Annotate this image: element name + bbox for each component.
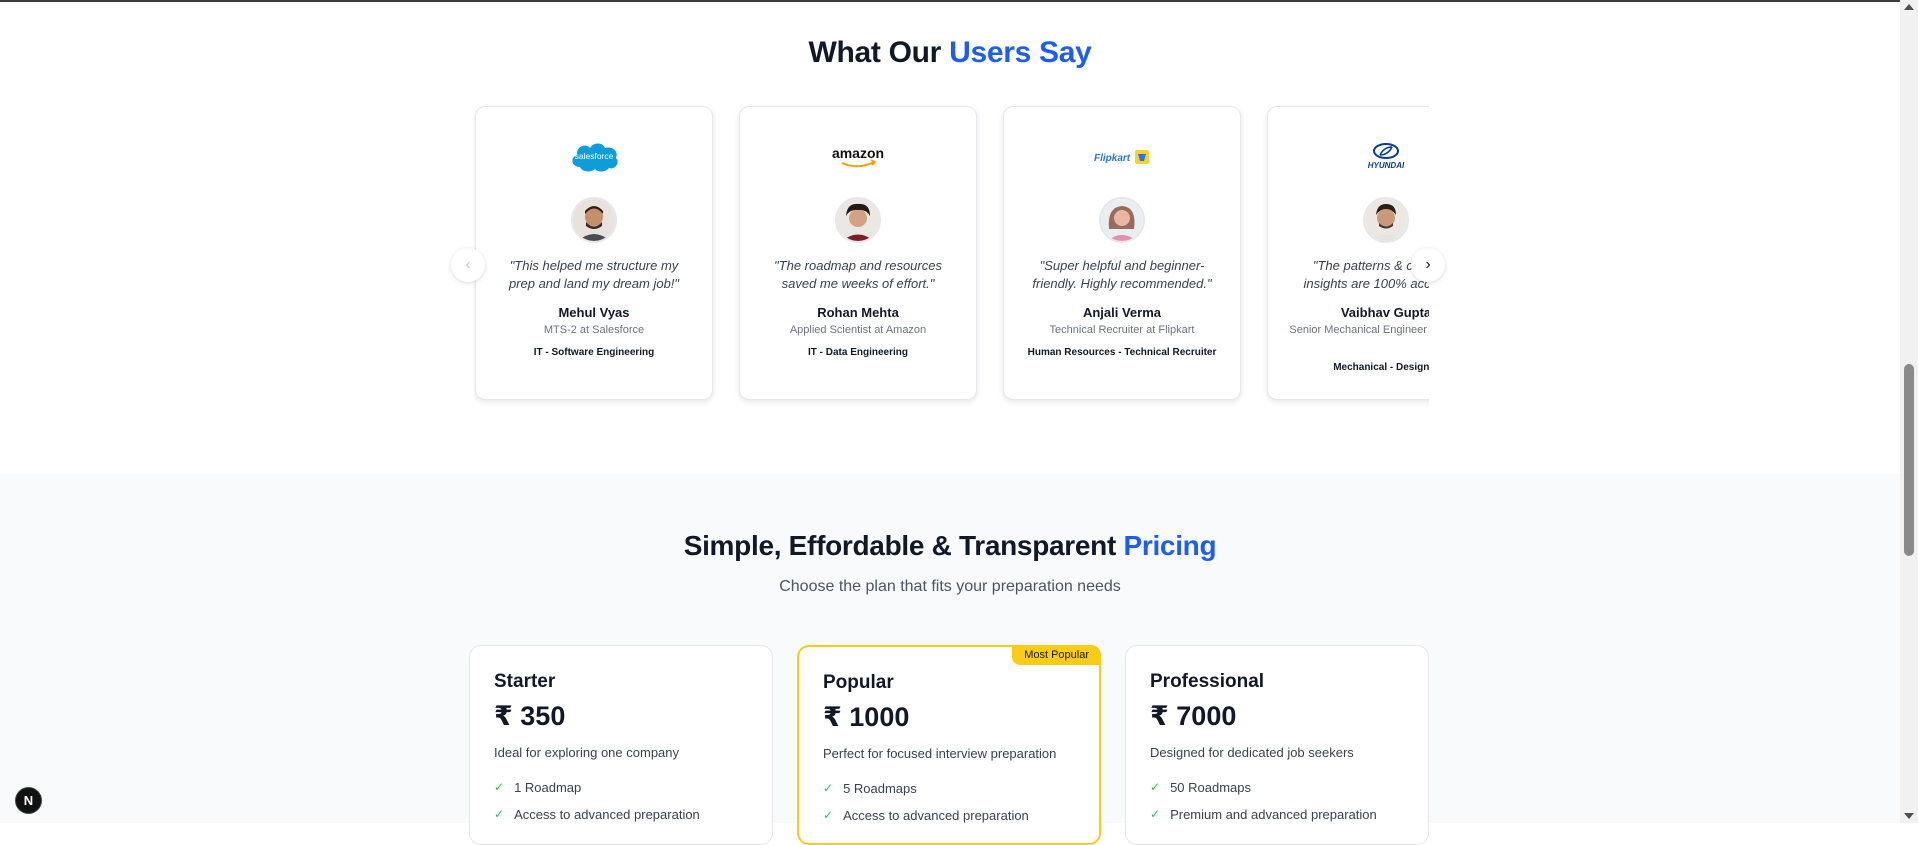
plan-features: ✓ 1 Roadmap ✓ Access to advanced preparati… [494,780,700,834]
user-avatar [835,197,881,243]
feature-item: ✓ 1 Roadmap [494,780,582,795]
check-icon: ✓ [823,808,834,822]
svg-text:Flipkart: Flipkart [1094,153,1131,164]
svg-text:amazon: amazon [832,145,884,161]
user-name: Mehul Vyas [558,305,630,320]
plan-description: Perfect for focused interview preparatio… [823,746,1057,761]
amazon-logo: amazon [740,137,976,177]
testimonial-quote: "Super helpful and beginner-friendly. Hi… [1032,258,1212,291]
user-department: IT - Software Engineering [533,347,655,358]
user-role: MTS-2 at Salesforce [543,324,645,336]
page-scrollbar[interactable] [1900,0,1918,823]
user-avatar [571,197,617,243]
testimonial-quote: "The patterns & company insights are 100… [1303,258,1429,291]
check-icon: ✓ [823,781,834,795]
plan-name: Professional [1150,671,1265,692]
plan-description: Ideal for exploring one company [494,745,680,760]
plan-description: Designed for dedicated job seekers [1150,745,1354,760]
most-popular-badge: Most Popular [1012,645,1101,665]
user-name: Rohan Mehta [817,305,899,320]
testimonial-quote: "The roadmap and resources saved me week… [774,258,942,291]
user-role: Senior Mechanical Engineer at Hyundai [1289,324,1429,336]
feature-item: ✓ Premium and advanced preparation [1150,807,1377,822]
testimonial-card: salesforce "This helped me structure my … [475,106,713,400]
scroll-up-icon[interactable] [1904,4,1914,10]
testimonial-card: HYUNDAI "The patterns & company insights… [1267,106,1429,400]
user-avatar [1363,197,1409,243]
feature-item: ✓ 50 Roadmaps [1150,780,1252,795]
feature-item: ✓ 5 Roadmaps [823,781,917,796]
plan-price: ₹ 350 [494,701,566,731]
carousel-next-button[interactable]: › [1411,248,1445,282]
plan-card-popular[interactable]: Most Popular Popular ₹ 1000 Perfect for … [797,645,1101,845]
testimonials-title: What Our Users Say [808,36,1092,69]
plan-name: Popular [823,672,894,693]
feature-item: ✓ Access to advanced preparation [494,807,700,822]
user-department: IT - Data Engineering [807,347,908,358]
user-role: Applied Scientist at Amazon [789,324,927,336]
plan-card-starter[interactable]: Starter ₹ 350 Ideal for exploring one co… [469,645,773,845]
check-icon: ✓ [1150,780,1161,794]
testimonial-card: amazon "The roadmap and resources saved … [739,106,977,400]
check-icon: ✓ [494,780,505,794]
user-avatar [1099,197,1145,243]
plan-price: ₹ 1000 [823,702,910,732]
plan-card-professional[interactable]: Professional ₹ 7000 Designed for dedicat… [1125,645,1429,845]
pricing-title: Simple, Effordable & Transparent Pricing [683,530,1217,561]
svg-text:HYUNDAI: HYUNDAI [1368,161,1405,170]
plan-features: ✓ 50 Roadmaps ✓ Premium and advanced prepa… [1150,780,1377,834]
plan-features: ✓ 5 Roadmaps ✓ Access to advanced preparat… [823,781,1029,835]
user-role: Technical Recruiter at Flipkart [1049,324,1195,336]
svg-text:salesforce: salesforce [575,151,614,161]
testimonial-quote: "This helped me structure my prep and la… [508,258,680,291]
user-department: Human Resources - Technical Recruiter [1027,347,1217,358]
check-icon: ✓ [494,807,505,821]
dev-tools-badge[interactable]: N [15,787,42,814]
user-name: Vaibhav Gupta [1340,305,1429,320]
scrollbar-thumb[interactable] [1904,364,1914,556]
plan-name: Starter [494,671,556,692]
hyundai-logo: HYUNDAI [1268,137,1429,177]
chevron-left-icon: ‹ [465,256,471,273]
user-department: Mechanical - Designer [1333,362,1429,373]
pricing-subtitle: Choose the plan that fits your preparati… [779,578,1121,595]
top-border [0,0,1900,2]
flipkart-logo: Flipkart [1004,137,1240,177]
plan-price: ₹ 7000 [1150,701,1237,731]
chevron-right-icon: › [1425,256,1431,273]
carousel-prev-button[interactable]: ‹ [451,248,485,282]
check-icon: ✓ [1150,807,1161,821]
salesforce-logo: salesforce [476,137,712,177]
user-name: Anjali Verma [1082,305,1162,320]
testimonial-card: Flipkart "Super helpful and beginner-fri… [1003,106,1241,400]
scroll-down-icon[interactable] [1904,813,1914,819]
testimonial-carousel: salesforce "This helped me structure my … [474,104,1429,409]
feature-item: ✓ Access to advanced preparation [823,808,1029,823]
